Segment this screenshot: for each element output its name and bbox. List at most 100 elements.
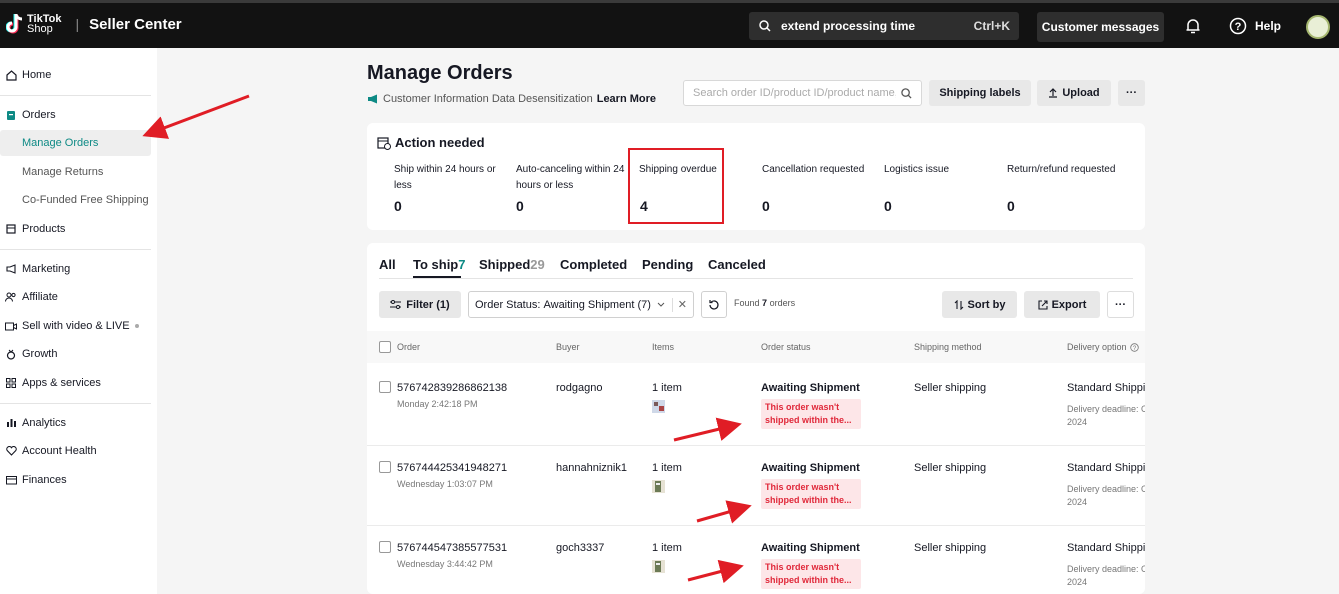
new-dot-indicator (134, 324, 139, 328)
metric-label-cancellation[interactable]: Cancellation requested (762, 162, 872, 178)
select-all-checkbox[interactable] (379, 341, 391, 353)
sort-by-button[interactable]: Sort by (942, 291, 1017, 318)
order-id[interactable]: 576742839286862138 (397, 382, 507, 394)
metric-label-logistics[interactable]: Logistics issue (884, 162, 994, 178)
tiktok-shop-logo[interactable]: TikTok Shop | Seller Center (6, 13, 182, 35)
analytics-icon (5, 417, 17, 429)
column-header-delivery-option: Delivery option ? (1067, 342, 1139, 352)
order-search-input[interactable]: Search order ID/product ID/product name,… (683, 80, 922, 106)
sidebar-item-orders[interactable]: Orders (0, 102, 151, 128)
tab-all[interactable]: All (379, 257, 396, 272)
metric-value-ship-24h[interactable]: 0 (394, 198, 402, 214)
sidebar-item-cofunded-shipping[interactable]: Co-Funded Free Shipping (0, 187, 151, 213)
sidebar-item-manage-orders[interactable]: Manage Orders (0, 130, 151, 156)
more-options-button[interactable]: ··· (1118, 80, 1145, 106)
order-time: Monday 2:42:18 PM (397, 399, 478, 409)
sidebar-divider (0, 249, 151, 250)
order-status-value: Awaiting Shipment (7) (543, 298, 651, 311)
search-shortcut: Ctrl+K (973, 19, 1010, 33)
sidebar-item-analytics[interactable]: Analytics (0, 410, 151, 436)
metric-value-return-refund[interactable]: 0 (1007, 198, 1015, 214)
filter-separator (671, 297, 673, 312)
global-search-input[interactable]: extend processing time Ctrl+K (749, 12, 1019, 40)
filter-sliders-icon (390, 300, 402, 309)
sort-icon (954, 299, 963, 310)
metric-label-auto-cancel[interactable]: Auto-canceling within 24 hours or less (516, 162, 626, 194)
sidebar-item-account-health[interactable]: Account Health (0, 438, 151, 464)
active-tab-indicator (413, 276, 461, 278)
order-id[interactable]: 576744547385577531 (397, 542, 507, 554)
column-header-order-status: Order status (761, 342, 811, 352)
tab-count: 29 (530, 257, 545, 272)
sidebar-item-apps[interactable]: Apps & services (0, 370, 151, 396)
sidebar-item-home[interactable]: Home (0, 62, 151, 88)
order-status: Awaiting Shipment (761, 462, 860, 474)
sidebar-item-products[interactable]: Products (0, 216, 151, 242)
people-icon (5, 291, 17, 303)
tab-shipped[interactable]: Shipped29 (479, 257, 545, 272)
sidebar-item-sell-with-video[interactable]: Sell with video & LIVE (0, 313, 151, 339)
logo-separator: | (75, 16, 80, 32)
delivery-option: Standard Shipping (1067, 462, 1145, 474)
toolbar-more-button[interactable]: ··· (1107, 291, 1134, 318)
sidebar-item-marketing[interactable]: Marketing (0, 256, 151, 282)
sidebar-item-affiliate[interactable]: Affiliate (0, 284, 151, 310)
product-thumbnail[interactable] (652, 560, 665, 573)
order-id[interactable]: 576744425341948271 (397, 462, 507, 474)
help-button[interactable]: ? Help (1229, 17, 1281, 35)
tab-canceled[interactable]: Canceled (708, 257, 766, 272)
delivery-option: Standard Shipping (1067, 542, 1145, 554)
order-status: Awaiting Shipment (761, 542, 860, 554)
product-thumbnail[interactable] (652, 400, 665, 413)
tab-completed[interactable]: Completed (560, 257, 627, 272)
metric-label-ship-24h[interactable]: Ship within 24 hours or less (394, 162, 504, 194)
order-status-filter-select[interactable]: Order Status: Awaiting Shipment (7) ✕ (468, 291, 694, 318)
sidebar-divider (0, 95, 151, 96)
shipping-method: Seller shipping (914, 462, 987, 474)
heart-pulse-icon (5, 445, 17, 457)
overdue-warning[interactable]: This order wasn't shipped within the... (761, 399, 861, 429)
info-icon[interactable]: ? (1129, 342, 1139, 352)
avatar[interactable] (1306, 15, 1330, 39)
learn-more-link[interactable]: Learn More (597, 93, 656, 105)
export-button[interactable]: Export (1024, 291, 1100, 318)
clear-filter-icon[interactable]: ✕ (678, 298, 687, 311)
metric-value-logistics[interactable]: 0 (884, 198, 892, 214)
sidebar: Home Orders Manage Orders Manage Returns… (0, 48, 157, 594)
tab-count: 7 (458, 257, 466, 272)
orders-icon (5, 109, 17, 121)
sidebar-item-manage-returns[interactable]: Manage Returns (0, 159, 151, 185)
found-orders-count: Found 7 orders (734, 298, 796, 308)
upload-icon (1049, 88, 1058, 98)
metric-label-return-refund[interactable]: Return/refund requested (1007, 162, 1127, 178)
overdue-warning[interactable]: This order wasn't shipped within the... (761, 479, 861, 509)
buyer-name: rodgagno (556, 382, 603, 394)
overdue-warning[interactable]: This order wasn't shipped within the... (761, 559, 861, 589)
sidebar-item-finances[interactable]: Finances (0, 467, 151, 493)
column-header-order: Order (397, 342, 421, 352)
order-status: Awaiting Shipment (761, 382, 860, 394)
reset-filter-button[interactable] (701, 291, 727, 318)
shipping-labels-button[interactable]: Shipping labels (929, 80, 1031, 106)
filter-button[interactable]: Filter (1) (379, 291, 461, 318)
tiktok-note-icon (6, 13, 23, 34)
delivery-deadline: Delivery deadline: Oct2024 (1067, 564, 1145, 587)
row-checkbox[interactable] (379, 381, 391, 393)
row-checkbox[interactable] (379, 541, 391, 553)
bell-icon[interactable] (1184, 17, 1202, 35)
product-thumbnail[interactable] (652, 480, 665, 493)
row-checkbox[interactable] (379, 461, 391, 473)
metric-value-auto-cancel[interactable]: 0 (516, 198, 524, 214)
page-title: Manage Orders (367, 62, 513, 84)
tab-pending[interactable]: Pending (642, 257, 693, 272)
customer-messages-button[interactable]: Customer messages (1037, 12, 1164, 42)
upload-button[interactable]: Upload (1037, 80, 1111, 106)
metric-value-cancellation[interactable]: 0 (762, 198, 770, 214)
row-divider (367, 525, 1145, 526)
annotation-arrow-manage-orders (142, 94, 250, 139)
column-header-shipping-method: Shipping method (914, 342, 982, 352)
sidebar-item-growth[interactable]: Growth (0, 341, 151, 367)
help-icon: ? (1229, 17, 1247, 35)
tab-to-ship[interactable]: To ship7 (413, 257, 466, 272)
megaphone-icon (5, 263, 17, 275)
